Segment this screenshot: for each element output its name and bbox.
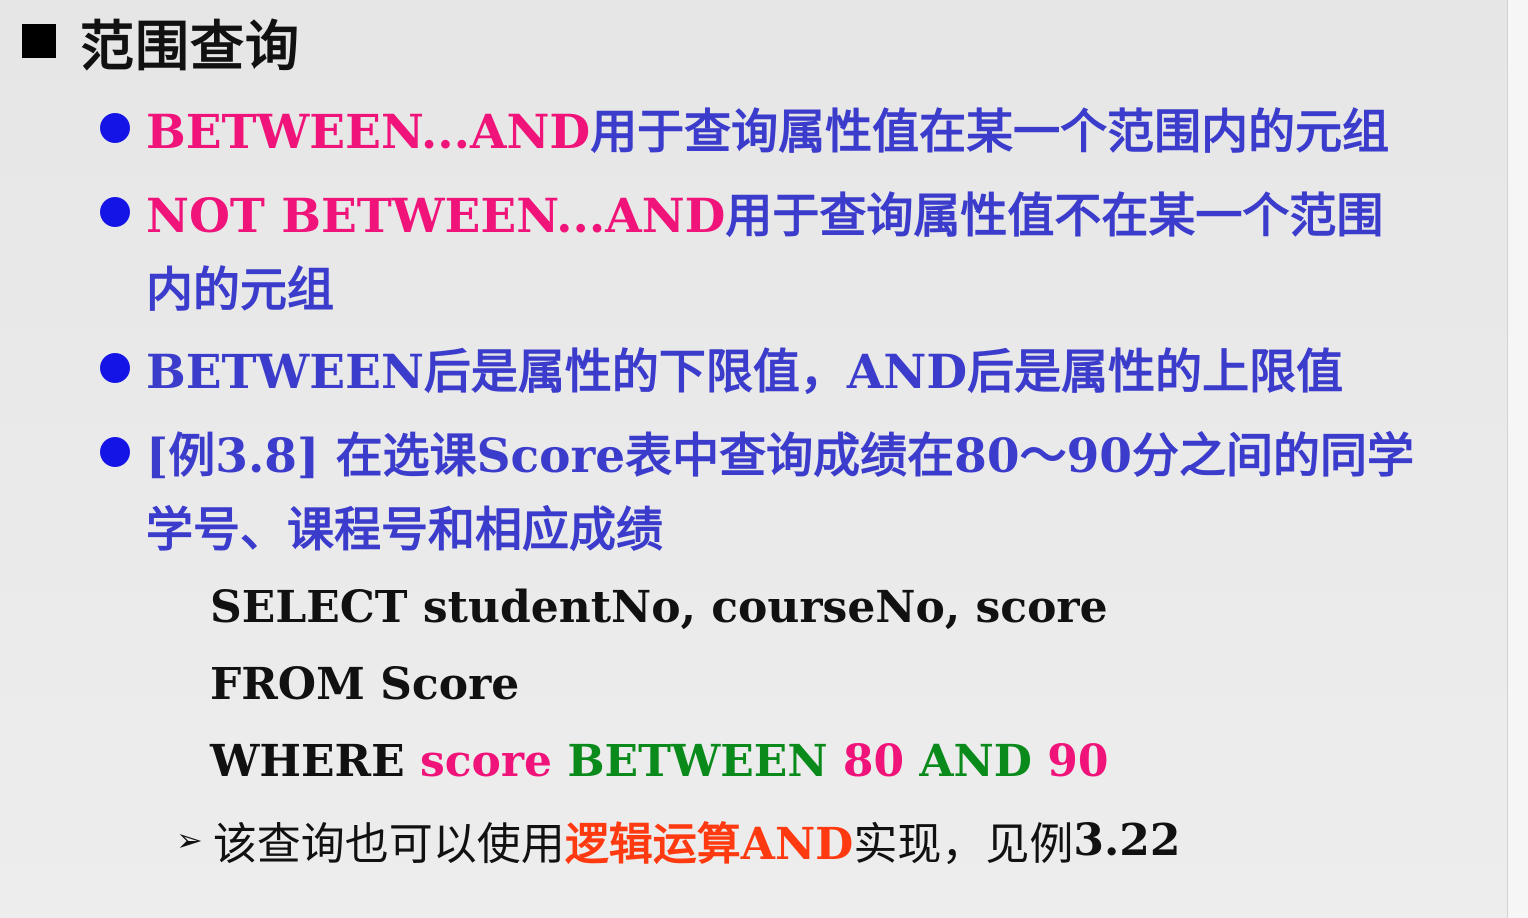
bullet-item-not-between: NOT BETWEEN...AND用于查询属性值不在某一个范围 内的元组	[100, 180, 1460, 328]
bullet-text-continued: 内的元组	[146, 263, 334, 318]
note-highlight: 逻辑运算AND	[564, 819, 854, 870]
note-prefix: 该查询也可以使用	[212, 819, 565, 870]
bullet-item-example: [例3.8] 在选课Score表中查询成绩在80～90分之间的同学 学号、课程号…	[100, 420, 1460, 568]
sql-low-value: 80	[842, 736, 905, 787]
slide-title: 范围查询	[80, 14, 300, 78]
black-square-icon	[22, 24, 56, 58]
blue-dot-icon	[100, 113, 130, 143]
slide-heading: 范围查询	[22, 6, 300, 78]
sql-from-line: FROM Score	[210, 659, 520, 710]
sql-select-line: SELECT studentNo, courseNo, score	[210, 582, 1108, 633]
keyword-not-between-and: NOT BETWEEN...AND	[146, 189, 726, 244]
blue-dot-icon	[100, 353, 130, 383]
sql-where-line: WHERE score BETWEEN 80 AND 90	[210, 736, 1108, 787]
sql-and-keyword: AND	[904, 736, 1048, 787]
example-text: [例3.8] 在选课Score表中查询成绩在80～90分之间的同学	[146, 429, 1414, 484]
note-ref: 3.22	[1073, 814, 1181, 866]
bullet-item-between: BETWEEN...AND用于查询属性值在某一个范围内的元组	[100, 96, 1460, 170]
note-line: ➢ 该查询也可以使用 逻辑运算AND 实现，见例 3.22	[176, 808, 1181, 872]
bullet-text: BETWEEN后是属性的下限值，AND后是属性的上限值	[146, 345, 1344, 400]
sql-high-value: 90	[1047, 736, 1109, 787]
right-edge	[1507, 0, 1528, 918]
bullet-text: 用于查询属性值不在某一个范围	[725, 189, 1384, 244]
blue-dot-icon	[100, 437, 130, 467]
sql-between-keyword: BETWEEN	[552, 736, 843, 787]
sql-column: score	[419, 736, 553, 787]
example-text-continued: 学号、课程号和相应成绩	[146, 503, 663, 558]
sql-where-keyword: WHERE	[210, 736, 420, 787]
note-middle: 实现，见例	[853, 819, 1074, 870]
keyword-between-and: BETWEEN...AND	[146, 105, 591, 160]
bullet-text: 用于查询属性值在某一个范围内的元组	[590, 105, 1390, 160]
bullet-item-bounds: BETWEEN后是属性的下限值，AND后是属性的上限值	[100, 336, 1460, 410]
arrowhead-icon: ➢	[176, 821, 203, 859]
blue-dot-icon	[100, 197, 130, 227]
